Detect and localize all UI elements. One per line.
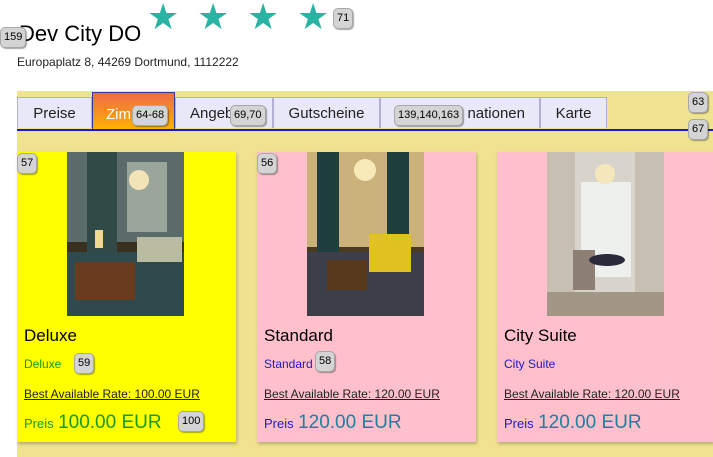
room-name: Standard (264, 326, 333, 345)
element-id-badge: 56 (257, 153, 278, 174)
element-id-badge: 59 (74, 353, 95, 374)
hotel-address: Europaplatz 8, 44269 Dortmund, 1112222 (17, 55, 239, 69)
room-name: Deluxe (24, 326, 77, 345)
element-id-badge: 159 (0, 27, 27, 48)
element-id-badge: 67 (688, 119, 709, 140)
element-id-badge: 57 (17, 153, 38, 174)
room-type-link[interactable]: City Suite (504, 357, 555, 371)
room-photo[interactable] (307, 152, 424, 316)
room-price: Preis 120.00 EUR (504, 412, 642, 433)
star-icon: ★ (297, 0, 330, 38)
room-photo[interactable] (67, 152, 184, 316)
room-price: Preis 120.00 EUR (264, 412, 402, 433)
tab-underline (17, 129, 713, 131)
star-icon: ★ (147, 0, 180, 38)
element-id-badge: 58 (315, 351, 336, 372)
tab-karte[interactable]: Karte (540, 97, 607, 128)
rate-link[interactable]: Best Available Rate: 120.00 EUR (504, 387, 680, 401)
element-id-badge: 100 (178, 411, 205, 432)
room-photo[interactable] (547, 152, 664, 316)
star-icon: ★ (197, 0, 230, 38)
tab-preise[interactable]: Preise (17, 97, 92, 128)
rate-link[interactable]: Best Available Rate: 120.00 EUR (264, 387, 440, 401)
rate-link[interactable]: Best Available Rate: 100.00 EUR (24, 387, 200, 401)
element-id-badge: 71 (333, 8, 354, 29)
room-type-link[interactable]: Deluxe (24, 357, 61, 371)
hotel-title: Dev City DO (19, 21, 142, 46)
star-icon: ★ (247, 0, 280, 38)
room-name: City Suite (504, 326, 577, 345)
room-card-standard[interactable]: Standard Standard Best Available Rate: 1… (257, 152, 476, 442)
element-id-badge: 64-68 (132, 105, 169, 126)
room-price: Preis 100.00 EUR (24, 412, 162, 433)
element-id-badge: 139,140,163 (394, 105, 464, 126)
element-id-badge: 69,70 (230, 105, 266, 126)
tab-gutscheine[interactable]: Gutscheine (273, 97, 380, 128)
room-card-city-suite[interactable]: City Suite City Suite Best Available Rat… (497, 152, 713, 442)
element-id-badge: 63 (688, 92, 709, 113)
room-type-link[interactable]: Standard (264, 357, 313, 371)
room-card-deluxe[interactable]: Deluxe Deluxe Best Available Rate: 100.0… (17, 152, 236, 442)
